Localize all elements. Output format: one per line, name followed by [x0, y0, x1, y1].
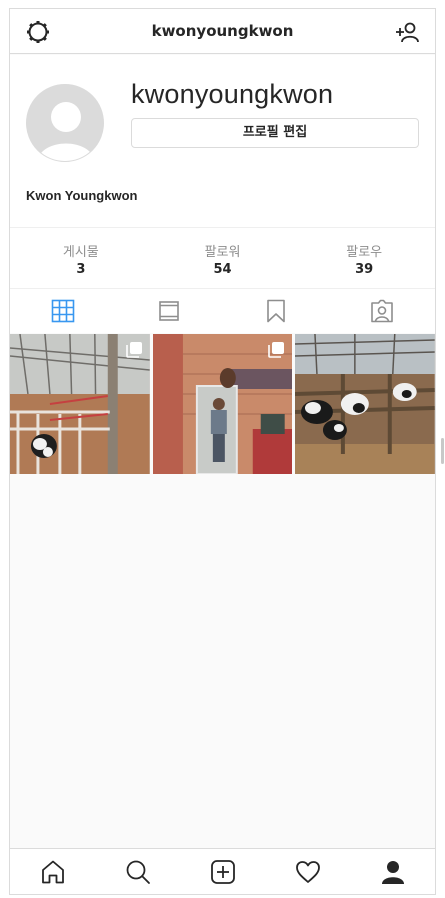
stat-posts: 게시물 3: [10, 228, 152, 288]
tab-tagged[interactable]: [329, 289, 435, 333]
stat-label: 팔로우: [346, 245, 383, 260]
post-thumbnail[interactable]: [152, 334, 293, 474]
stat-label: 게시물: [62, 245, 99, 260]
stat-following[interactable]: 팔로우 39: [293, 228, 435, 288]
multiple-images-icon: [268, 342, 285, 358]
post-thumbnail[interactable]: [295, 334, 436, 474]
bottom-nav: [10, 848, 435, 894]
edit-profile-button[interactable]: 프로필 편집: [131, 118, 419, 148]
stat-label: 팔로워: [204, 245, 241, 260]
stat-value: 3: [76, 262, 86, 277]
add-user-icon[interactable]: [395, 20, 421, 44]
post-thumbnail[interactable]: [10, 334, 150, 474]
profile-username: kwonyoungkwon: [131, 79, 334, 109]
posts-grid: [10, 334, 436, 474]
header-username: kwonyoungkwon: [151, 22, 294, 40]
grid-icon: [51, 299, 75, 323]
tab-saved[interactable]: [223, 289, 329, 333]
profile-tabs: [10, 289, 435, 333]
home-icon: [41, 860, 64, 883]
tagged-icon: [371, 299, 393, 323]
nav-home[interactable]: [10, 859, 95, 885]
stat-value: 39: [355, 262, 374, 277]
tab-feed[interactable]: [116, 289, 222, 333]
activity-icon: [295, 860, 320, 883]
stat-value: 54: [213, 262, 232, 277]
stat-followers[interactable]: 팔로워 54: [152, 228, 294, 288]
tab-grid[interactable]: [10, 289, 116, 333]
search-icon: [126, 860, 150, 884]
profile-section: kwonyoungkwon 프로필 편집 Kwon Youngkwon: [10, 55, 435, 227]
nav-activity[interactable]: [265, 859, 350, 885]
top-bar: kwonyoungkwon: [9, 8, 436, 54]
multiple-images-icon: [125, 342, 142, 358]
nav-search[interactable]: [95, 859, 180, 885]
profile-stats: 게시물 3 팔로워 54 팔로우 39: [10, 227, 435, 289]
feed-icon: [159, 301, 180, 321]
avatar[interactable]: [26, 84, 104, 162]
new-post-icon: [210, 859, 235, 884]
scrollbar-thumb[interactable]: [441, 438, 444, 464]
profile-full-name: Kwon Youngkwon: [26, 188, 138, 203]
profile-icon: [381, 860, 404, 884]
post-image: [295, 334, 436, 474]
default-avatar-icon: [27, 85, 103, 161]
nav-new-post[interactable]: [180, 859, 265, 885]
nav-profile[interactable]: [350, 859, 435, 885]
bookmark-icon: [266, 299, 285, 323]
